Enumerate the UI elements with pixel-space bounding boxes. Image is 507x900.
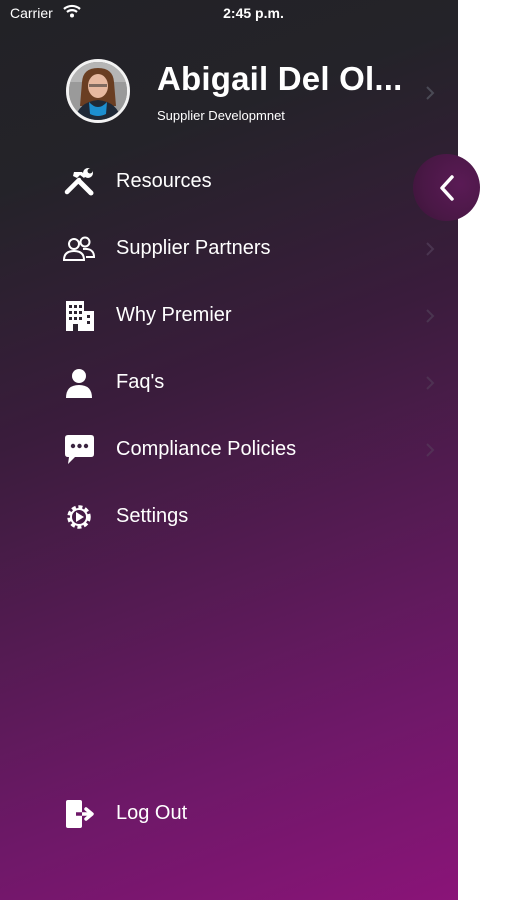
menu-label-compliance-policies: Compliance Policies bbox=[116, 438, 297, 460]
person-icon bbox=[66, 369, 92, 398]
menu-label-supplier-partners: Supplier Partners bbox=[116, 237, 271, 259]
menu-label-logout: Log Out bbox=[116, 802, 188, 824]
side-drawer: Carrier Abigail Del Ol... Supplier Devel… bbox=[0, 0, 458, 900]
profile-role: Supplier Developmnet bbox=[157, 108, 285, 123]
menu-item-settings[interactable]: Settings bbox=[62, 495, 442, 539]
status-time: 2:45 p.m. bbox=[223, 5, 284, 21]
menu-item-resources[interactable]: Resources bbox=[62, 160, 442, 204]
chat-icon bbox=[65, 435, 94, 464]
chevron-right-icon bbox=[426, 376, 435, 390]
people-icon bbox=[62, 236, 96, 261]
status-time-bar: 2:45 p.m. bbox=[0, 0, 507, 28]
chevron-right-icon bbox=[426, 242, 435, 256]
menu-label-resources: Resources bbox=[116, 170, 212, 192]
avatar[interactable] bbox=[66, 59, 130, 123]
chevron-right-icon bbox=[426, 443, 435, 457]
menu-item-compliance-policies[interactable]: Compliance Policies bbox=[62, 428, 442, 472]
menu-label-why-premier: Why Premier bbox=[116, 304, 232, 326]
menu-label-faqs: Faq's bbox=[116, 371, 165, 393]
close-drawer-button[interactable] bbox=[413, 154, 480, 221]
logout-icon bbox=[66, 800, 94, 828]
chevron-right-icon bbox=[426, 86, 435, 100]
profile-name[interactable]: Abigail Del Ol... bbox=[157, 60, 402, 98]
chevron-left-icon bbox=[440, 175, 454, 201]
menu-item-faqs[interactable]: Faq's bbox=[62, 361, 442, 405]
logout-button[interactable]: Log Out bbox=[62, 792, 442, 836]
menu-label-settings: Settings bbox=[116, 505, 189, 527]
gear-icon bbox=[67, 505, 91, 529]
chevron-right-icon bbox=[426, 309, 435, 323]
menu-item-why-premier[interactable]: Why Premier bbox=[62, 294, 442, 338]
building-icon bbox=[66, 301, 94, 331]
menu-item-supplier-partners[interactable]: Supplier Partners bbox=[62, 227, 442, 271]
tools-icon bbox=[64, 168, 94, 196]
